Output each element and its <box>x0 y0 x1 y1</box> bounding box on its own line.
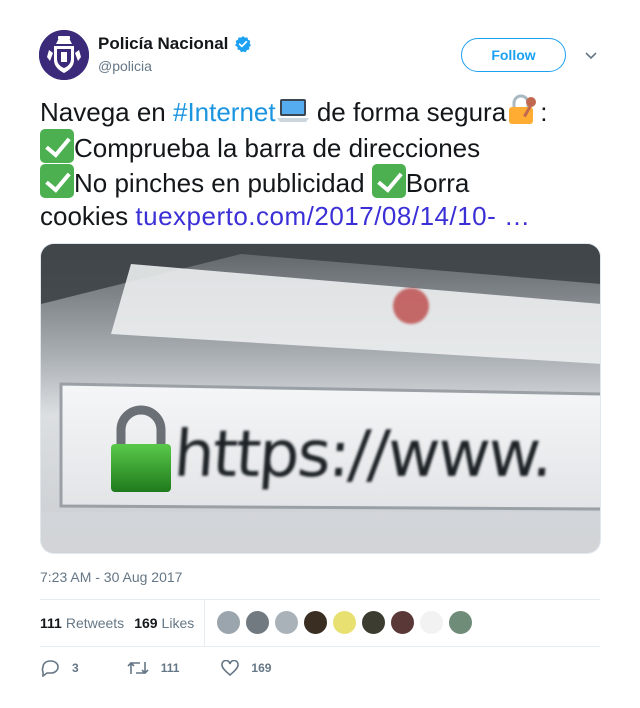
retweets-label: Retweets <box>65 615 125 631</box>
text-fragment: cookies <box>40 201 136 231</box>
tweet-actions: 3 111 169 <box>40 658 291 678</box>
liker-avatar[interactable] <box>361 610 386 635</box>
likes-label: Likes <box>161 615 195 631</box>
tweet-line-2: Comprueba la barra de direcciones <box>40 129 610 164</box>
police-crest-icon <box>39 30 89 80</box>
heart-icon <box>221 660 240 676</box>
retweets-stat[interactable]: 111 Retweets <box>40 615 124 631</box>
media-url-text: https://www. <box>172 418 554 492</box>
liker-avatar[interactable] <box>303 610 328 635</box>
reply-button[interactable]: 3 <box>40 659 79 677</box>
retweet-button[interactable]: 111 <box>127 660 180 676</box>
liker-avatar[interactable] <box>390 610 415 635</box>
like-button[interactable]: 169 <box>221 660 271 676</box>
reply-icon <box>41 660 59 677</box>
article-link[interactable]: tuexperto.com/2017/08/14/10- … <box>135 201 530 231</box>
verified-badge-icon <box>235 36 252 53</box>
liker-avatar[interactable] <box>332 610 357 635</box>
media-image[interactable]: https://www. <box>40 243 601 554</box>
likes-count: 169 <box>134 615 158 631</box>
display-name[interactable]: Policía Nacional <box>98 34 228 54</box>
reply-count: 3 <box>72 661 79 675</box>
liker-avatar[interactable] <box>245 610 270 635</box>
retweets-count: 111 <box>40 615 62 631</box>
liker-avatar[interactable] <box>274 610 299 635</box>
chevron-down-icon[interactable] <box>583 47 599 63</box>
text-fragment: de forma segura <box>309 97 507 127</box>
avatar[interactable] <box>39 30 89 80</box>
likes-stat[interactable]: 169 Likes <box>134 615 194 631</box>
divider <box>204 600 205 646</box>
tweet-line-3: No pinches en publicidad Borra <box>40 164 610 199</box>
hashtag-link[interactable]: #Internet <box>173 97 276 127</box>
check-mark-icon <box>371 164 406 198</box>
tweet-line-4: cookies tuexperto.com/2017/08/14/10- … <box>40 199 610 234</box>
engagement-stats: 111 Retweets 169 Likes <box>40 600 204 646</box>
liker-avatars <box>216 610 477 635</box>
tweet-line-1: Navega en #Internet de forma segura : <box>40 94 610 129</box>
text-fragment: No pinches en publicidad <box>74 168 372 198</box>
author-name-row[interactable]: Policía Nacional <box>98 33 252 55</box>
liker-avatar[interactable] <box>216 610 241 635</box>
follow-button[interactable]: Follow <box>461 38 566 72</box>
text-fragment: Comprueba la barra de direcciones <box>74 133 481 163</box>
liker-avatar[interactable] <box>419 610 444 635</box>
retweet-icon <box>127 661 149 675</box>
laptop-emoji-icon <box>276 99 309 122</box>
tweet-timestamp[interactable]: 7:23 AM - 30 Aug 2017 <box>40 569 182 585</box>
text-fragment: Navega en <box>40 97 173 127</box>
retweet-count: 111 <box>160 661 180 675</box>
tweet-text: Navega en #Internet de forma segura : Co… <box>40 94 610 234</box>
text-fragment: : <box>540 97 548 127</box>
handle[interactable]: @policia <box>98 58 152 74</box>
check-mark-icon <box>40 164 74 198</box>
divider <box>40 646 600 647</box>
like-count: 169 <box>251 661 272 675</box>
locked-with-key-emoji-icon <box>509 94 537 124</box>
tweet-card: Policía Nacional @policia Follow Navega … <box>0 0 640 708</box>
liker-avatar[interactable] <box>448 610 473 635</box>
text-fragment: Borra <box>405 168 470 198</box>
check-mark-icon <box>40 129 74 163</box>
browser-address-bar-photo: https://www. <box>41 244 600 553</box>
